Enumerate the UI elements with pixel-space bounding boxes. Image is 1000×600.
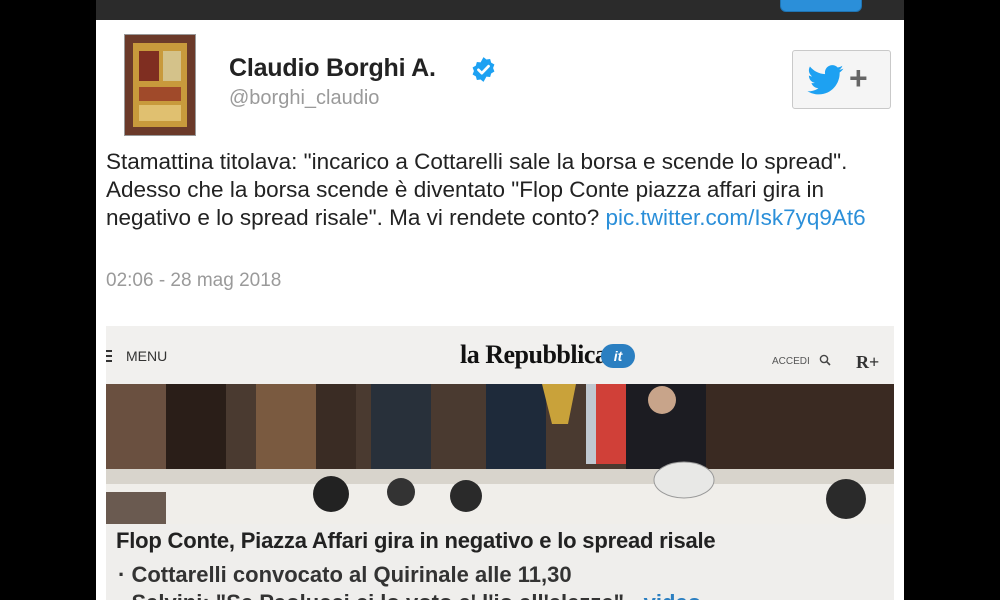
follow-plus-label: + <box>849 60 868 96</box>
repubblica-logo: la Repubblica <box>460 340 608 369</box>
tweet-card: Claudio Borghi A. @borghi_claudio + Stam… <box>96 20 904 600</box>
photo-rplus-label: R+ <box>856 352 880 372</box>
photo-site-header: MENU la Repubblica it ACCEDI R+ <box>106 326 894 385</box>
menu-icon <box>106 350 112 362</box>
tweet-text: Stamattina titolava: "incarico a Cottare… <box>106 148 886 232</box>
repubblica-logo-suffix: it <box>601 344 635 368</box>
avatar[interactable] <box>124 34 196 136</box>
follow-button[interactable]: + <box>792 50 891 109</box>
twitter-bird-icon <box>807 65 844 95</box>
photo-bullet-2-link: video <box>644 590 701 600</box>
search-icon <box>819 354 831 366</box>
embedded-photo[interactable]: MENU la Repubblica it ACCEDI R+ Flop Con… <box>106 326 894 600</box>
tweet-timestamp[interactable]: 02:06 - 28 mag 2018 <box>106 270 281 292</box>
photo-headline: Flop Conte, Piazza Affari gira in negati… <box>116 528 716 553</box>
verified-badge-icon <box>472 57 495 82</box>
photo-bullet-1: · Cottarelli convocato al Quirinale alle… <box>118 562 572 587</box>
top-action-button[interactable] <box>780 0 862 12</box>
photo-menu-label: MENU <box>126 348 168 364</box>
window-top-bar <box>96 0 904 20</box>
photo-bullet-2: · Salvini: "Se Paolucci ci lo voto e' l'… <box>118 590 701 600</box>
photo-headline-area: Flop Conte, Piazza Affari gira in negati… <box>106 524 894 600</box>
author-handle[interactable]: @borghi_claudio <box>229 87 379 110</box>
press-conference-photo <box>106 384 894 524</box>
tweet-photo-link[interactable]: pic.twitter.com/Isk7yq9At6 <box>606 205 866 230</box>
photo-accedi-label: ACCEDI <box>772 356 810 367</box>
author-name[interactable]: Claudio Borghi A. <box>229 54 436 83</box>
photo-bullet-2-text: · Salvini: "Se Paolucci ci lo voto e' l'… <box>118 590 644 600</box>
